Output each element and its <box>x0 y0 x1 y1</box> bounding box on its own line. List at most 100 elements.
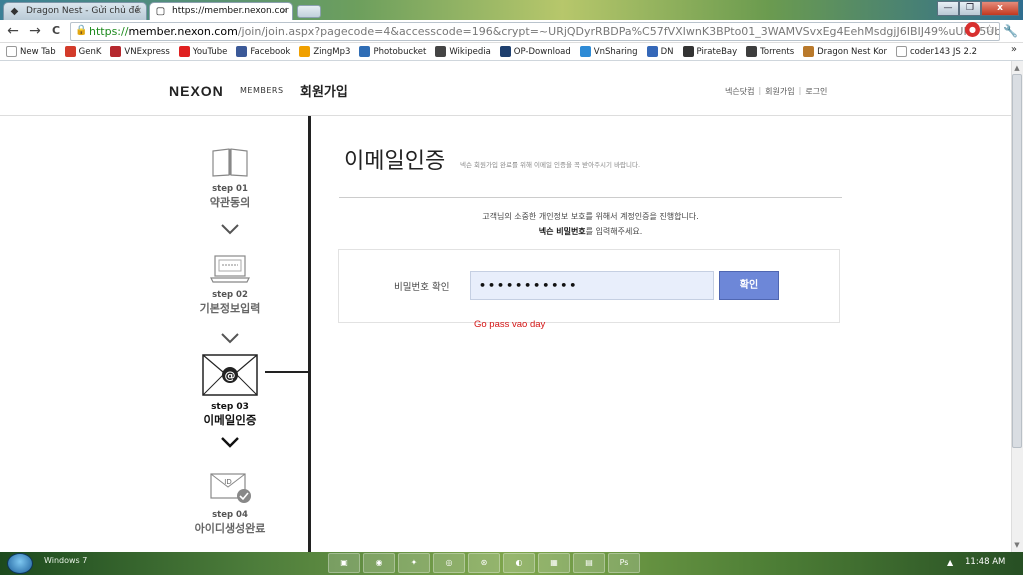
step-number: step 04 <box>212 510 248 520</box>
bookmark-item[interactable]: VNExpress <box>110 46 170 57</box>
logo-members-label: MEMBERS <box>240 86 284 95</box>
annotation-text: Go pass vao day <box>474 319 546 330</box>
content-subtitle: 넥슨 회원가입 완료를 위해 이메일 인증을 꼭 받아주시기 바랍니다. <box>460 161 641 169</box>
bookmark-item[interactable]: VnSharing <box>579 46 638 57</box>
torrents-icon <box>746 46 758 57</box>
clock[interactable]: 11:48 AM <box>965 557 1005 567</box>
wrench-icon[interactable]: 🔧 <box>1003 24 1018 38</box>
bookmark-item[interactable]: GenK <box>64 46 101 57</box>
nexon-logo[interactable]: NEXON <box>169 83 224 99</box>
tab-close-icon[interactable]: × <box>280 3 288 20</box>
close-window-button[interactable]: x <box>981 1 1019 16</box>
page-title: 회원가입 <box>300 85 348 100</box>
tab-nexon-member[interactable]: ▢ https://member.nexon.cor × <box>149 2 293 20</box>
bookmark-item[interactable]: Wikipedia <box>435 46 491 57</box>
bookmarks-more-button[interactable]: » <box>1011 44 1017 55</box>
scroll-down-icon[interactable]: ▼ <box>1012 540 1022 550</box>
bookmark-label: New Tab <box>20 46 56 57</box>
taskbar-app-button[interactable]: ◉ <box>363 553 395 573</box>
taskbar-app-button[interactable]: ◎ <box>433 553 465 573</box>
bookmark-label: coder143 JS 2.2 <box>909 46 978 57</box>
bookmark-item[interactable]: YouTube <box>178 46 228 57</box>
bookmark-label: PirateBay <box>696 46 738 57</box>
bookmark-item[interactable]: OP-Download <box>499 46 571 57</box>
bookmark-item[interactable]: New Tab <box>6 46 56 57</box>
notice-emphasis: 넥슨 비밀번호 <box>538 227 586 236</box>
bookmark-item[interactable]: Photobucket <box>359 46 426 57</box>
svg-text:ID: ID <box>224 478 231 486</box>
step-01: step 01 약관동의 <box>170 146 290 210</box>
chevron-down-icon <box>221 333 239 344</box>
scroll-thumb[interactable] <box>1012 74 1022 448</box>
bookmark-label: OP-Download <box>513 46 571 57</box>
photobucket-icon <box>359 46 371 57</box>
taskbar-app-button[interactable]: Ps <box>608 553 640 573</box>
notice-line-1: 고객님의 소중한 개인정보 보호를 위해서 계정인증을 진행합니다. <box>482 212 699 221</box>
address-bar[interactable]: 🔒 https://member.nexon.com/join/join.aspx… <box>70 22 1000 41</box>
step-03: @ step 03 이메일인증 <box>170 354 290 428</box>
link-login[interactable]: 로그인 <box>805 86 827 97</box>
back-button[interactable]: ← <box>5 23 21 39</box>
email-icon: @ <box>202 354 258 396</box>
window-controls: — ❐ x <box>937 1 1019 17</box>
dn-icon <box>646 46 658 57</box>
bookmark-item[interactable]: DN <box>646 46 674 57</box>
forward-button[interactable]: → <box>27 23 43 39</box>
bookmark-item[interactable]: Facebook <box>236 46 290 57</box>
start-button[interactable] <box>7 553 33 574</box>
scroll-up-icon[interactable]: ▲ <box>1012 63 1022 73</box>
bookmark-item[interactable]: Dragon Nest Kor <box>803 46 887 57</box>
page-icon <box>895 46 907 57</box>
url-host: member.nexon.com <box>128 25 238 38</box>
minimize-button[interactable]: — <box>937 1 959 16</box>
taskbar-app-button[interactable]: ◐ <box>503 553 535 573</box>
taskbar-app-button[interactable]: ▤ <box>573 553 605 573</box>
step-number: step 02 <box>212 290 248 300</box>
step-name: 이메일인증 <box>203 413 257 427</box>
chevron-down-icon <box>221 224 239 235</box>
wikipedia-icon <box>435 46 447 57</box>
star-icon[interactable]: ☆ <box>982 22 997 37</box>
taskbar-app-button[interactable]: ▦ <box>538 553 570 573</box>
url-scheme: https:// <box>89 25 129 38</box>
step-04: ID step 04 아이디생성완료 <box>170 472 290 536</box>
bookmark-label: YouTube <box>192 46 228 57</box>
taskbar-app-button[interactable]: ⊛ <box>468 553 500 573</box>
site-header <box>0 61 1011 116</box>
bookmark-item[interactable]: ZingMp3 <box>299 46 350 57</box>
bookmark-label: Torrents <box>760 46 795 57</box>
youtube-icon <box>178 46 190 57</box>
new-tab-button[interactable] <box>297 5 321 18</box>
browser-toolbar: ← → C 🔒 https://member.nexon.com/join/joi… <box>0 20 1023 43</box>
password-input[interactable]: ••••••••••• <box>470 271 714 300</box>
bookmark-item[interactable]: PirateBay <box>682 46 738 57</box>
lock-icon: 🔒 <box>75 25 88 36</box>
link-nexon-com[interactable]: 넥슨닷컴 <box>725 86 754 97</box>
bookmark-label: DN <box>660 46 674 57</box>
tab-title: Dragon Nest - Gửi chủ đề <box>26 6 140 16</box>
link-separator: | <box>758 86 762 95</box>
bookmark-item[interactable]: coder143 JS 2.2 <box>895 46 978 57</box>
bookmark-item[interactable]: Torrents <box>746 46 794 57</box>
genk-icon <box>64 46 76 57</box>
content-divider <box>339 197 842 198</box>
top-links: 넥슨닷컴 | 회원가입 | 로그인 <box>725 86 827 97</box>
restore-button[interactable]: ❐ <box>959 1 981 16</box>
step-name: 약관동의 <box>209 196 251 209</box>
tab-dragon-nest[interactable]: ◆ Dragon Nest - Gửi chủ đề × <box>3 2 147 20</box>
link-join[interactable]: 회원가입 <box>765 86 794 97</box>
confirm-button[interactable]: 확인 <box>719 271 779 300</box>
address-bar-icons: ● ☆ <box>965 22 997 37</box>
sidebar-divider <box>308 116 311 552</box>
tab-close-icon[interactable]: × <box>134 3 142 20</box>
tab-title: https://member.nexon.cor <box>172 6 289 16</box>
page-icon: ▢ <box>155 6 166 17</box>
bookmark-label: VnSharing <box>593 46 638 57</box>
reload-button[interactable]: C <box>48 23 64 39</box>
taskbar-app-button[interactable]: ✦ <box>398 553 430 573</box>
adblock-icon[interactable]: ● <box>965 22 980 37</box>
tray-expand-icon[interactable]: ▲ <box>947 558 953 567</box>
taskbar-app-button[interactable]: ▣ <box>328 553 360 573</box>
svg-text:@: @ <box>225 369 236 382</box>
start-label: Windows 7 <box>44 556 88 565</box>
